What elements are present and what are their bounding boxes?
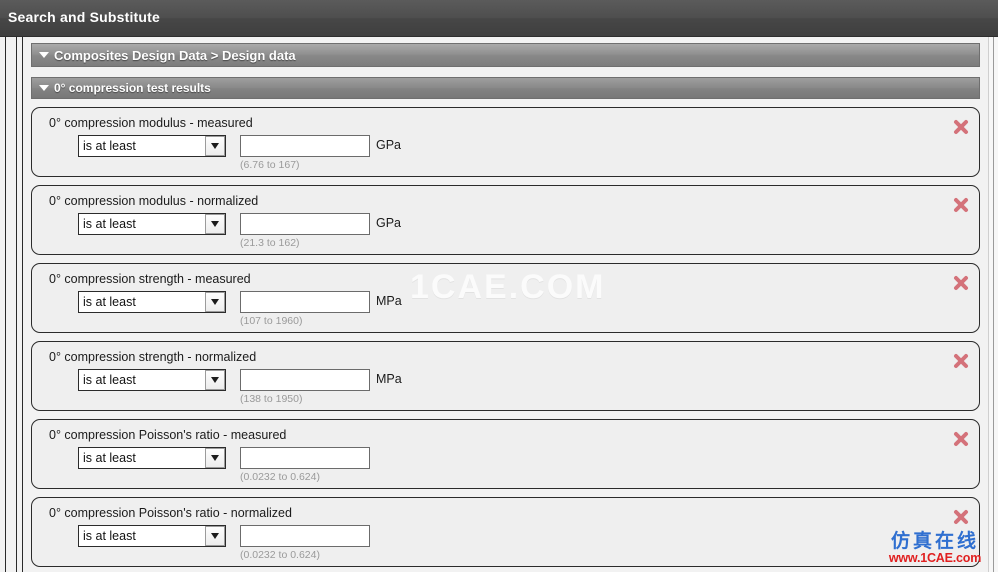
value-field-group: (21.3 to 162) <box>240 213 370 249</box>
operator-select[interactable]: is at least <box>78 135 226 157</box>
operator-select[interactable]: is at least <box>78 369 226 391</box>
value-input[interactable] <box>240 291 370 313</box>
value-input[interactable] <box>240 135 370 157</box>
caret-down-icon <box>39 85 49 91</box>
criterion-title: 0° compression strength - normalized <box>49 350 257 364</box>
breadcrumb-group-header[interactable]: Composites Design Data > Design data <box>31 43 980 67</box>
range-hint: (138 to 1950) <box>240 393 303 405</box>
left-border-line-middle <box>16 37 17 572</box>
chevron-down-icon[interactable] <box>205 526 225 546</box>
value-input[interactable] <box>240 213 370 235</box>
criterion-card: 0° compression strength - measured is at… <box>31 263 980 333</box>
remove-criterion-button[interactable] <box>952 274 970 292</box>
range-hint: (21.3 to 162) <box>240 237 300 249</box>
operator-select[interactable]: is at least <box>78 291 226 313</box>
unit-label: MPa <box>376 294 402 308</box>
chevron-down-icon[interactable] <box>205 292 225 312</box>
chevron-down-icon[interactable] <box>205 214 225 234</box>
value-field-group: (107 to 1960) <box>240 291 370 327</box>
value-field-group: (0.0232 to 0.624) <box>240 447 370 483</box>
close-x-icon <box>954 432 968 446</box>
close-x-icon <box>954 354 968 368</box>
criterion-controls: is at least (138 to 1950) MPa <box>78 369 402 405</box>
unit-label: MPa <box>376 372 402 386</box>
remove-criterion-button[interactable] <box>952 508 970 526</box>
criterion-title: 0° compression modulus - normalized <box>49 194 259 208</box>
operator-select-value: is at least <box>83 295 136 309</box>
close-x-icon <box>954 120 968 134</box>
operator-select-value: is at least <box>83 451 136 465</box>
criterion-controls: is at least (107 to 1960) MPa <box>78 291 402 327</box>
range-hint: (0.0232 to 0.624) <box>240 471 320 483</box>
value-field-group: (6.76 to 167) <box>240 135 370 171</box>
window-titlebar: Search and Substitute <box>0 0 998 37</box>
criterion-title: 0° compression Poisson's ratio - normali… <box>49 506 292 520</box>
criterion-card: 0° compression strength - normalized is … <box>31 341 980 411</box>
section-title: 0° compression test results <box>54 81 211 95</box>
remove-criterion-button[interactable] <box>952 430 970 448</box>
window-title: Search and Substitute <box>8 9 161 25</box>
unit-label: GPa <box>376 216 402 230</box>
operator-select-value: is at least <box>83 217 136 231</box>
operator-select-value: is at least <box>83 373 136 387</box>
criteria-list: 0° compression modulus - measured is at … <box>31 107 980 567</box>
caret-down-icon <box>39 52 49 58</box>
criterion-title: 0° compression Poisson's ratio - measure… <box>49 428 287 442</box>
value-input[interactable] <box>240 447 370 469</box>
left-border-line-outer <box>5 37 6 572</box>
value-field-group: (0.0232 to 0.624) <box>240 525 370 561</box>
breadcrumb: Composites Design Data > Design data <box>54 47 296 63</box>
chevron-down-icon[interactable] <box>205 448 225 468</box>
search-and-substitute-window: Search and Substitute Composites Design … <box>0 0 998 572</box>
section-group-header[interactable]: 0° compression test results <box>31 77 980 99</box>
operator-select-value: is at least <box>83 529 136 543</box>
range-hint: (6.76 to 167) <box>240 159 300 171</box>
operator-select[interactable]: is at least <box>78 525 226 547</box>
value-field-group: (138 to 1950) <box>240 369 370 405</box>
criterion-card: 0° compression modulus - measured is at … <box>31 107 980 177</box>
criterion-title: 0° compression modulus - measured <box>49 116 253 130</box>
remove-criterion-button[interactable] <box>952 352 970 370</box>
chevron-down-icon[interactable] <box>205 136 225 156</box>
close-x-icon <box>954 198 968 212</box>
window-body: Composites Design Data > Design data 0° … <box>0 37 998 572</box>
chevron-down-icon[interactable] <box>205 370 225 390</box>
criterion-controls: is at least (6.76 to 167) GPa <box>78 135 401 171</box>
criterion-controls: is at least (0.0232 to 0.624) <box>78 525 376 561</box>
remove-criterion-button[interactable] <box>952 118 970 136</box>
range-hint: (107 to 1960) <box>240 315 303 327</box>
value-input[interactable] <box>240 525 370 547</box>
range-hint: (0.0232 to 0.624) <box>240 549 320 561</box>
value-input[interactable] <box>240 369 370 391</box>
criterion-card: 0° compression Poisson's ratio - normali… <box>31 497 980 567</box>
unit-label: GPa <box>376 138 402 152</box>
criteria-scroll-area[interactable]: Composites Design Data > Design data 0° … <box>23 37 988 572</box>
operator-select-value: is at least <box>83 139 136 153</box>
criterion-controls: is at least (0.0232 to 0.624) <box>78 447 376 483</box>
criterion-card: 0° compression Poisson's ratio - measure… <box>31 419 980 489</box>
criterion-card: 0° compression modulus - normalized is a… <box>31 185 980 255</box>
close-x-icon <box>954 276 968 290</box>
operator-select[interactable]: is at least <box>78 447 226 469</box>
remove-criterion-button[interactable] <box>952 196 970 214</box>
close-x-icon <box>954 510 968 524</box>
criterion-title: 0° compression strength - measured <box>49 272 251 286</box>
criterion-controls: is at least (21.3 to 162) GPa <box>78 213 401 249</box>
operator-select[interactable]: is at least <box>78 213 226 235</box>
right-border-line <box>993 37 994 572</box>
